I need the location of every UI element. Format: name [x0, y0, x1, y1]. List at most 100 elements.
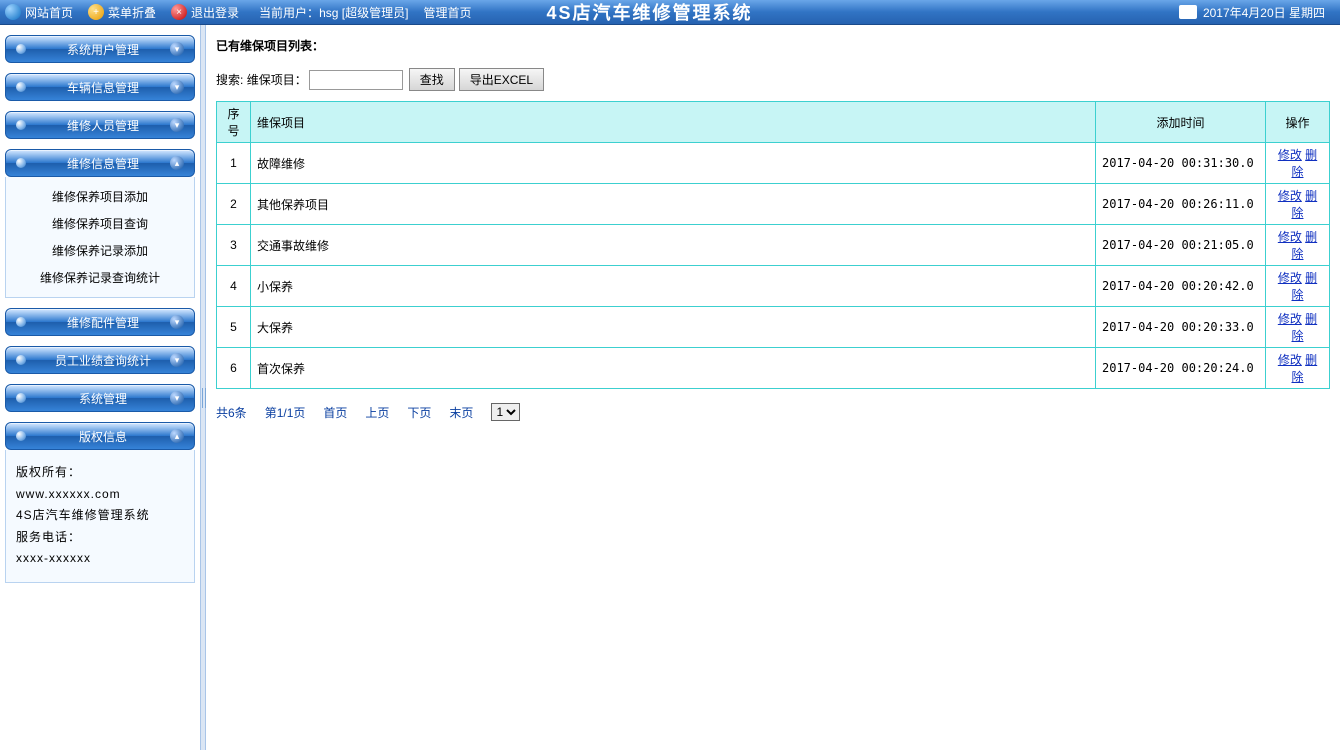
sidebar-item-system[interactable]: 系统管理 ▾	[5, 384, 195, 412]
export-excel-button[interactable]: 导出EXCEL	[459, 68, 544, 91]
sidebar-item-label: 员工业绩查询统计	[36, 352, 170, 369]
edit-link[interactable]: 修改	[1278, 148, 1302, 162]
bullet-icon	[16, 44, 26, 54]
sidebar-item-label: 系统管理	[36, 390, 170, 407]
sidebar-item-label: 版权信息	[36, 428, 170, 445]
edit-link[interactable]: 修改	[1278, 230, 1302, 244]
chevron-up-icon: ▴	[170, 429, 184, 443]
nav-fold-menu[interactable]: + 菜单折叠	[88, 4, 156, 21]
pager-prev[interactable]: 上页	[365, 404, 389, 421]
cell-idx: 4	[217, 266, 251, 307]
copyright-owner: 版权所有：	[16, 462, 184, 484]
subitem-repair-proj-add[interactable]: 维修保养项目添加	[6, 183, 194, 210]
col-idx: 序号	[217, 102, 251, 143]
bullet-icon	[16, 431, 26, 441]
sidebar-copyright-body: 版权所有： www.xxxxxx.com 4S店汽车维修管理系统 服务电话： x…	[5, 450, 195, 583]
cell-name: 交通事故维修	[251, 225, 1096, 266]
col-ops: 操作	[1266, 102, 1330, 143]
col-name: 维保项目	[251, 102, 1096, 143]
table-row: 2其他保养项目2017-04-20 00:26:11.0修改 删除	[217, 184, 1330, 225]
pager-last[interactable]: 末页	[449, 404, 473, 421]
bullet-icon	[16, 317, 26, 327]
chevron-down-icon: ▾	[170, 80, 184, 94]
cell-idx: 3	[217, 225, 251, 266]
sidebar-item-copyright[interactable]: 版权信息 ▴	[5, 422, 195, 450]
sidebar-item-parts-mgmt[interactable]: 维修配件管理 ▾	[5, 308, 195, 336]
cell-time: 2017-04-20 00:31:30.0	[1096, 143, 1266, 184]
nav-fold-label: 菜单折叠	[108, 4, 156, 21]
edit-link[interactable]: 修改	[1278, 353, 1302, 367]
subitem-repair-rec-add[interactable]: 维修保养记录添加	[6, 237, 194, 264]
nav-admin-home[interactable]: 管理首页	[423, 4, 471, 21]
cell-ops: 修改 删除	[1266, 348, 1330, 389]
exit-icon: ×	[171, 4, 187, 20]
chevron-down-icon: ▾	[170, 118, 184, 132]
cell-name: 大保养	[251, 307, 1096, 348]
edit-link[interactable]: 修改	[1278, 312, 1302, 326]
sidebar-item-repair-info[interactable]: 维修信息管理 ▴	[5, 149, 195, 177]
nav-home-label: 网站首页	[25, 4, 73, 21]
search-label: 搜索:	[216, 71, 243, 88]
copyright-phone-label: 服务电话：	[16, 527, 184, 549]
subitem-repair-proj-query[interactable]: 维修保养项目查询	[6, 210, 194, 237]
current-user-info: 当前用户：hsg [超级管理员]	[259, 4, 408, 21]
bullet-icon	[16, 120, 26, 130]
table-row: 6首次保养2017-04-20 00:20:24.0修改 删除	[217, 348, 1330, 389]
chevron-down-icon: ▾	[170, 353, 184, 367]
cell-idx: 5	[217, 307, 251, 348]
sidebar-item-vehicle-mgmt[interactable]: 车辆信息管理 ▾	[5, 73, 195, 101]
bullet-icon	[16, 82, 26, 92]
copyright-phone: xxxx-xxxxxx	[16, 548, 184, 570]
cell-ops: 修改 删除	[1266, 225, 1330, 266]
cell-idx: 6	[217, 348, 251, 389]
edit-link[interactable]: 修改	[1278, 189, 1302, 203]
cell-ops: 修改 删除	[1266, 307, 1330, 348]
splitter-vertical[interactable]	[200, 25, 206, 750]
chevron-up-icon: ▴	[170, 156, 184, 170]
chevron-down-icon: ▾	[170, 315, 184, 329]
copyright-product: 4S店汽车维修管理系统	[16, 505, 184, 527]
pager-jump-select[interactable]: 1	[491, 403, 520, 421]
data-table: 序号 维保项目 添加时间 操作 1故障维修2017-04-20 00:31:30…	[216, 101, 1330, 389]
bullet-icon	[16, 393, 26, 403]
nav-logout[interactable]: × 退出登录	[171, 4, 239, 21]
table-row: 5大保养2017-04-20 00:20:33.0修改 删除	[217, 307, 1330, 348]
fold-icon: +	[88, 4, 104, 20]
search-field-label: 维保项目：	[247, 71, 307, 88]
edit-link[interactable]: 修改	[1278, 271, 1302, 285]
cell-ops: 修改 删除	[1266, 143, 1330, 184]
pager-next[interactable]: 下页	[407, 404, 431, 421]
table-row: 1故障维修2017-04-20 00:31:30.0修改 删除	[217, 143, 1330, 184]
sidebar-item-performance[interactable]: 员工业绩查询统计 ▾	[5, 346, 195, 374]
pager-first[interactable]: 首页	[323, 404, 347, 421]
pager-page: 第1/1页	[265, 404, 306, 421]
sidebar-item-label: 车辆信息管理	[36, 79, 170, 96]
topbar: 网站首页 + 菜单折叠 × 退出登录 当前用户：hsg [超级管理员] 管理首页…	[0, 0, 1340, 25]
main-content: 已有维保项目列表： 搜索: 维保项目： 查找 导出EXCEL 序号 维保项目 添…	[206, 25, 1340, 750]
search-button[interactable]: 查找	[409, 68, 455, 91]
pager: 共6条 第1/1页 首页 上页 下页 末页 1	[216, 403, 1330, 421]
sidebar-item-label: 维修人员管理	[36, 117, 170, 134]
cell-name: 首次保养	[251, 348, 1096, 389]
sidebar: 系统用户管理 ▾ 车辆信息管理 ▾ 维修人员管理 ▾ 维修信息管理 ▴	[0, 25, 200, 750]
sidebar-item-user-mgmt[interactable]: 系统用户管理 ▾	[5, 35, 195, 63]
cell-time: 2017-04-20 00:21:05.0	[1096, 225, 1266, 266]
topbar-date: 2017年4月20日 星期四	[1203, 4, 1325, 21]
cell-time: 2017-04-20 00:26:11.0	[1096, 184, 1266, 225]
home-icon	[5, 4, 21, 20]
notify-icon[interactable]	[1179, 5, 1197, 19]
cell-ops: 修改 删除	[1266, 184, 1330, 225]
col-time: 添加时间	[1096, 102, 1266, 143]
cell-name: 故障维修	[251, 143, 1096, 184]
pager-total: 共6条	[216, 404, 247, 421]
nav-admin-home-label: 管理首页	[423, 4, 471, 21]
sidebar-item-staff-mgmt[interactable]: 维修人员管理 ▾	[5, 111, 195, 139]
search-input[interactable]	[309, 70, 403, 90]
sidebar-item-label: 系统用户管理	[36, 41, 170, 58]
cell-idx: 1	[217, 143, 251, 184]
subitem-repair-rec-stats[interactable]: 维修保养记录查询统计	[6, 264, 194, 291]
nav-home[interactable]: 网站首页	[5, 4, 73, 21]
cell-time: 2017-04-20 00:20:33.0	[1096, 307, 1266, 348]
app-title: 4S店汽车维修管理系统	[546, 0, 1178, 25]
cell-time: 2017-04-20 00:20:24.0	[1096, 348, 1266, 389]
